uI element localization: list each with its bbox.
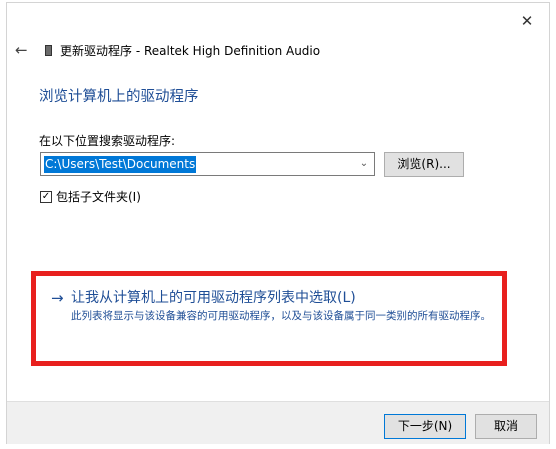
cancel-button[interactable]: 取消	[475, 414, 537, 439]
driver-update-dialog: ✕ ← 更新驱动程序 - Realtek High Definition Aud…	[6, 2, 550, 444]
page-heading: 浏览计算机上的驱动程序	[39, 89, 199, 105]
chevron-down-icon[interactable]: ⌄	[358, 157, 370, 171]
include-subfolders-label[interactable]: 包括子文件夹(I)	[56, 188, 141, 205]
device-icon	[45, 44, 52, 56]
next-button[interactable]: 下一步(N)	[384, 414, 466, 439]
include-subfolders-checkbox[interactable]: ✓	[40, 190, 52, 203]
dialog-title: 更新驱动程序 - Realtek High Definition Audio	[60, 43, 321, 58]
close-button[interactable]: ✕	[519, 13, 535, 29]
pick-from-list-label[interactable]: 让我从计算机上的可用驱动程序列表中选取(L)	[71, 289, 356, 307]
nav-bar: ← 更新驱动程序 - Realtek High Definition Audio	[15, 41, 320, 59]
search-location-label: 在以下位置搜索驱动程序:	[39, 134, 176, 148]
include-subfolders-option[interactable]: ✓ 包括子文件夹(I)	[40, 188, 141, 205]
close-icon: ✕	[520, 12, 534, 30]
path-combobox[interactable]: C:\Users\Test\Documents ⌄	[40, 152, 375, 176]
pick-from-list-link[interactable]: → 让我从计算机上的可用驱动程序列表中选取(L)	[51, 289, 356, 307]
browse-button[interactable]: 浏览(R)...	[384, 152, 464, 177]
dialog-footer: 下一步(N) 取消	[7, 401, 549, 444]
pick-from-list-description: 此列表将显示与该设备兼容的可用驱动程序，以及与该设备属于同一类别的所有驱动程序。	[71, 310, 491, 322]
path-input-value[interactable]: C:\Users\Test\Documents	[44, 155, 197, 173]
back-arrow-icon[interactable]: ←	[15, 42, 33, 58]
arrow-right-icon[interactable]: →	[51, 289, 71, 307]
